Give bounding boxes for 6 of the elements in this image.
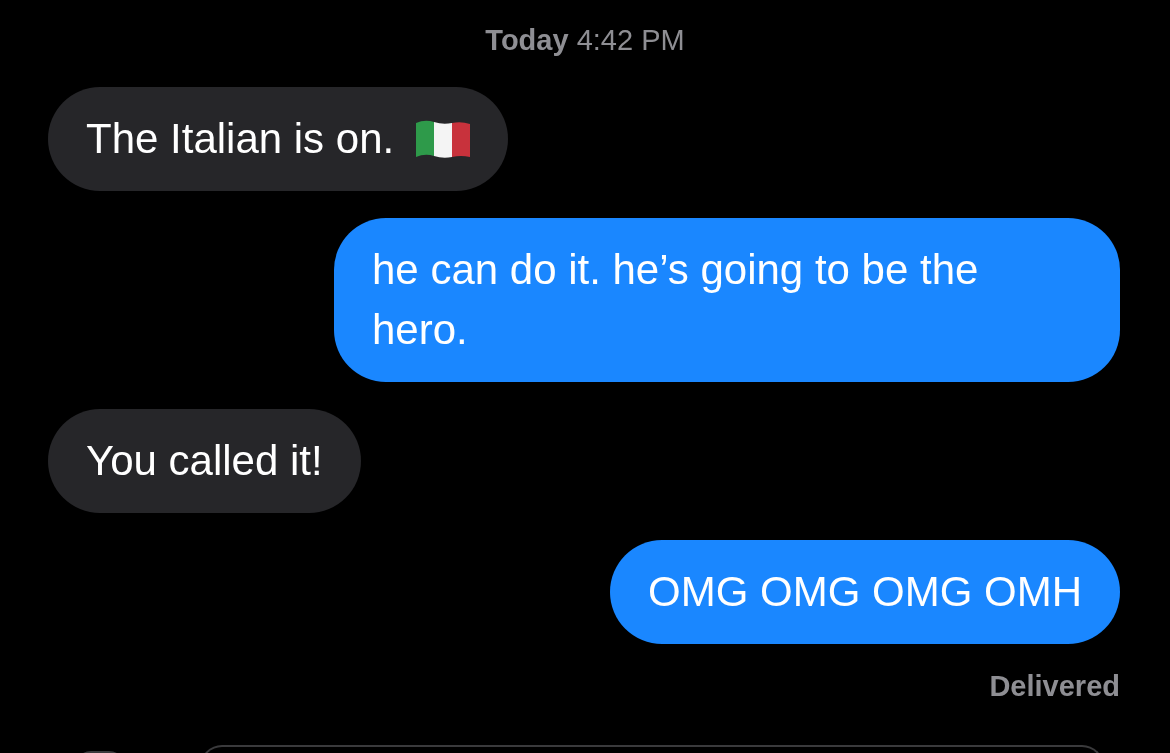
message-bubble: You called it! [48,409,361,513]
message-bubble: OMG OMG OMG OMH [610,540,1120,644]
delivered-status: Delivered [988,669,1121,704]
timestamp: Today 4:42 PM [484,23,686,58]
message-bubble: The Italian is on. [48,87,509,191]
message-bubble: he can do it. he’s going to be the hero. [334,218,1120,382]
